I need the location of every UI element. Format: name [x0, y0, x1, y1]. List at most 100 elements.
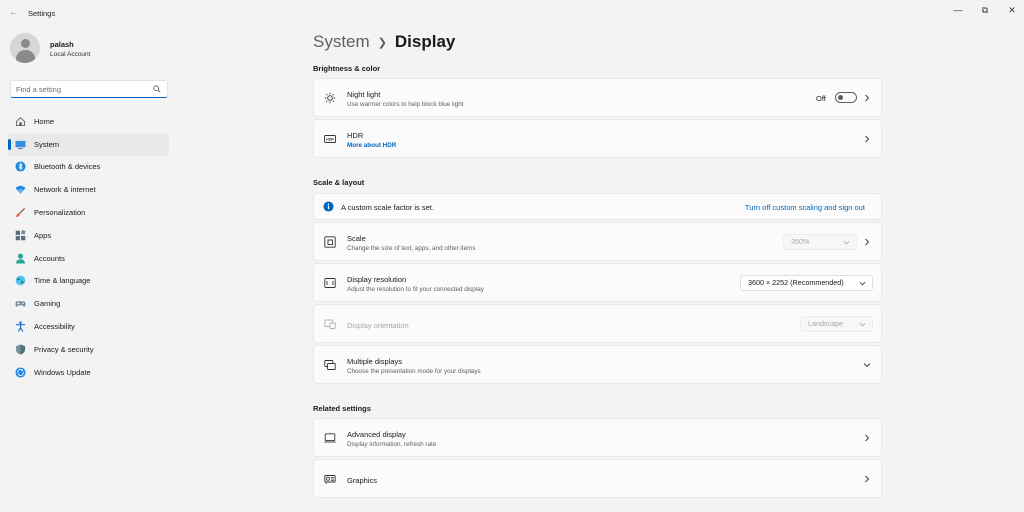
- resolution-icon: [324, 278, 336, 288]
- back-button[interactable]: ←: [8, 6, 20, 20]
- avatar[interactable]: [10, 33, 40, 63]
- sidebar-item-label: Accessibility: [34, 322, 75, 332]
- accounts-icon: [15, 253, 26, 264]
- night-light-subtitle: Use warmer colors to help block blue lig…: [347, 101, 464, 108]
- scale-icon: [324, 236, 336, 248]
- sidebar-item-label: Windows Update: [34, 367, 91, 377]
- display-resolution-value: 3600 × 2252 (Recommended): [748, 278, 844, 287]
- multiple-displays-subtitle: Choose the presentation mode for your di…: [347, 368, 481, 375]
- multiple-displays-row[interactable]: Multiple displays Choose the presentatio…: [313, 345, 882, 384]
- scale-row[interactable]: Scale Change the size of text, apps, and…: [313, 222, 882, 261]
- sidebar-item-label: Bluetooth & devices: [34, 162, 101, 172]
- globe-icon: [15, 276, 26, 286]
- sidebar-nav: Home System Bluetooth & devices Network …: [8, 110, 169, 384]
- search-icon[interactable]: [153, 85, 161, 93]
- more-about-hdr-link[interactable]: More about HDR: [347, 142, 396, 149]
- close-button[interactable]: ✕: [1003, 3, 1021, 17]
- night-light-toggle[interactable]: [835, 92, 857, 103]
- sidebar-item-apps[interactable]: Apps: [8, 224, 169, 247]
- title-bar: ← Settings — ⧉ ✕: [0, 0, 1024, 26]
- display-orientation-title: Display orientation: [347, 321, 409, 330]
- sidebar-item-accounts[interactable]: Accounts: [8, 247, 169, 270]
- scale-title: Scale: [347, 234, 366, 243]
- sidebar-item-label: Gaming: [34, 299, 61, 309]
- scale-dropdown[interactable]: 350%: [783, 234, 857, 250]
- app-title: Settings: [28, 9, 56, 18]
- chevron-down-icon: [859, 322, 866, 327]
- display-resolution-title: Display resolution: [347, 275, 407, 284]
- brush-icon: [16, 207, 26, 218]
- graphics-card-icon: [324, 475, 336, 484]
- chevron-right-icon: [865, 238, 870, 246]
- orientation-icon: [324, 319, 336, 329]
- graphics-title: Graphics: [347, 476, 378, 485]
- wifi-icon: [15, 186, 26, 194]
- info-icon: [323, 201, 334, 212]
- sidebar-item-accessibility[interactable]: Accessibility: [8, 315, 169, 338]
- display-orientation-row[interactable]: Display orientation Landscape: [313, 304, 882, 343]
- home-icon: [15, 116, 26, 126]
- chevron-down-icon: [863, 363, 871, 368]
- chevron-down-icon: [859, 281, 866, 286]
- monitor-icon: [324, 433, 336, 443]
- sidebar-item-home[interactable]: Home: [8, 110, 169, 133]
- gamepad-icon: [15, 301, 26, 307]
- page-title: Display: [394, 32, 456, 51]
- sidebar-item-label: Home: [34, 116, 55, 126]
- breadcrumb-parent[interactable]: System: [313, 32, 370, 52]
- chevron-right-icon: [865, 475, 870, 483]
- advanced-display-title: Advanced display: [347, 430, 406, 439]
- multiple-displays-title: Multiple displays: [347, 357, 403, 366]
- display-resolution-subtitle: Adjust the resolution to fit your connec…: [347, 286, 484, 293]
- turn-off-custom-scaling-link[interactable]: Turn off custom scaling and sign out: [745, 203, 865, 212]
- sidebar-item-label: Apps: [34, 230, 52, 240]
- bluetooth-icon: [15, 161, 26, 173]
- shield-icon: [15, 344, 26, 355]
- breadcrumb: System ❯ Display: [313, 32, 455, 52]
- search-input[interactable]: [16, 83, 146, 95]
- sidebar-item-label: Accounts: [34, 253, 65, 263]
- scale-value: 350%: [791, 237, 810, 246]
- sidebar-item-personalization[interactable]: Personalization: [8, 201, 169, 224]
- scale-subtitle: Change the size of text, apps, and other…: [347, 245, 476, 252]
- chevron-right-icon: [865, 434, 870, 442]
- sidebar-item-gaming[interactable]: Gaming: [8, 292, 169, 315]
- night-light-state: Off: [816, 94, 826, 103]
- graphics-row[interactable]: Graphics: [313, 459, 882, 498]
- sidebar-item-time-language[interactable]: Time & language: [8, 270, 169, 293]
- chevron-right-icon: [865, 94, 870, 102]
- sidebar-item-windows-update[interactable]: Windows Update: [8, 361, 169, 384]
- night-light-row[interactable]: Night light Use warmer colors to help bl…: [313, 78, 882, 117]
- section-related-settings: Related settings: [313, 404, 371, 413]
- search-box[interactable]: [10, 80, 168, 98]
- sidebar-item-privacy[interactable]: Privacy & security: [8, 338, 169, 361]
- minimize-button[interactable]: —: [949, 3, 967, 17]
- display-resolution-row[interactable]: Display resolution Adjust the resolution…: [313, 263, 882, 302]
- hdr-row[interactable]: HDR HDR More about HDR: [313, 119, 882, 158]
- account-type: Local Account: [50, 51, 91, 58]
- sidebar-item-label: Time & language: [34, 276, 91, 286]
- display-orientation-dropdown[interactable]: Landscape: [800, 316, 873, 332]
- system-icon: [15, 140, 26, 149]
- section-scale-layout: Scale & layout: [313, 178, 365, 187]
- hdr-title: HDR: [347, 131, 364, 140]
- sidebar-item-label: System: [34, 139, 60, 149]
- custom-scale-text: A custom scale factor is set.: [341, 203, 434, 212]
- chevron-right-icon: [865, 135, 870, 143]
- apps-icon: [15, 229, 26, 241]
- advanced-display-subtitle: Display information, refresh rate: [347, 441, 437, 448]
- maximize-button[interactable]: ⧉: [976, 3, 994, 17]
- display-resolution-dropdown[interactable]: 3600 × 2252 (Recommended): [740, 275, 873, 291]
- sidebar-item-label: Personalization: [34, 208, 86, 218]
- display-orientation-value: Landscape: [808, 319, 844, 328]
- section-brightness-color: Brightness & color: [313, 64, 381, 73]
- advanced-display-row[interactable]: Advanced display Display information, re…: [313, 418, 882, 457]
- sidebar-item-network[interactable]: Network & internet: [8, 178, 169, 201]
- update-icon: [15, 367, 26, 378]
- sidebar-item-label: Privacy & security: [34, 344, 94, 354]
- custom-scale-notice: A custom scale factor is set. Turn off c…: [313, 193, 882, 220]
- brightness-icon: [324, 92, 336, 104]
- sidebar-item-bluetooth[interactable]: Bluetooth & devices: [8, 156, 169, 179]
- sidebar-item-system[interactable]: System: [8, 132, 169, 156]
- chevron-down-icon: [843, 240, 850, 245]
